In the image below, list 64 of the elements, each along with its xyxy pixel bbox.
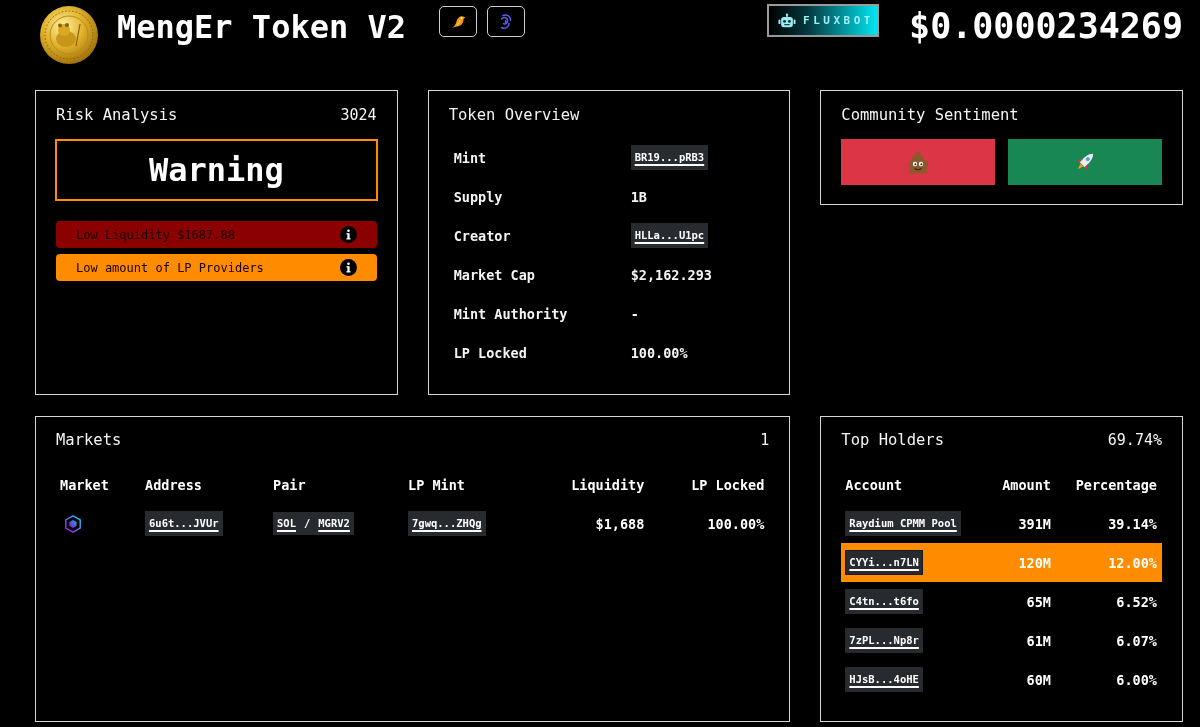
column-header: Address [144,475,203,495]
card-title: Risk Analysis [56,106,178,124]
column-header: Percentage [1074,475,1158,495]
address-link[interactable]: 6u6t...JVUr [145,511,223,536]
market-count: 1 [760,431,770,449]
account-link[interactable]: HJsB...4oHE [845,667,923,692]
field-label: Creator [453,227,512,244]
column-header: Account [844,475,904,495]
card-title: Top Holders [841,431,944,449]
risk-verdict: Warning [55,139,378,201]
field-value: 100.00% [630,344,688,361]
card-title: Token Overview [448,106,580,124]
card-title: Community Sentiment [841,106,1019,124]
table-cell: 61M [1026,632,1051,649]
account-link[interactable]: 7zPL...Np8r [845,628,923,653]
token-price: $0.0000234269 [909,6,1183,46]
pair-separator: / [303,516,311,531]
risk-score: 3024 [340,106,377,124]
field-value: - [630,305,639,322]
field-label: Mint [453,149,488,166]
hexagon-icon [64,514,82,533]
account-link[interactable]: C4tn...t6fo [845,589,923,614]
column-header: Amount [1001,475,1052,495]
table-cell: 6.00% [1116,671,1157,688]
bird-link-button[interactable] [439,6,477,37]
address-link[interactable]: HLLa...U1pc [630,223,709,248]
field-value: 1B [630,188,647,205]
table-cell: 391M [1018,515,1051,532]
address-link[interactable]: BR19...pRB3 [630,145,709,170]
token-link[interactable]: SOL [277,516,296,531]
column-header: Pair [272,475,307,495]
field-label: Market Cap [453,266,536,283]
table-cell: 120M [1018,554,1051,571]
table-cell: 100.00% [707,515,765,532]
info-icon[interactable] [339,226,357,243]
table-cell: 6.52% [1116,593,1157,610]
column-header: Market [59,475,110,495]
field-label: Supply [453,188,504,205]
table-cell: 12.00% [1108,554,1157,571]
coin-logo [40,6,98,64]
field-label: Mint Authority [453,305,569,322]
info-icon[interactable] [339,259,357,276]
field-value: $2,162.293 [630,266,712,283]
address-link[interactable]: 7gwq...ZHQg [408,511,486,536]
table-cell: 39.14% [1108,515,1157,532]
column-header: LP Mint [407,475,466,495]
card-title: Markets [56,431,122,449]
column-header: LP Locked [690,475,766,495]
table-cell: $1,688 [595,515,645,532]
token-link[interactable]: MGRV2 [318,516,350,531]
token-title: MengEr Token V2 [117,8,406,46]
table-cell: 60M [1026,671,1051,688]
table-cell: 6.07% [1116,632,1157,649]
field-label: LP Locked [453,344,528,361]
account-link[interactable]: Raydium CPMM Pool [845,511,961,536]
bot-button[interactable]: FLUXBOT [767,4,880,37]
column-header: Liquidity [570,475,646,495]
holders-total: 69.74% [1107,431,1162,449]
account-link[interactable]: CYYi...n7LN [845,550,923,575]
risk-flag-text: Low Liquidity $1687.88 [76,227,235,242]
table-cell: 65M [1026,593,1051,610]
robot-icon [778,13,797,28]
swirl-link-button[interactable] [487,6,525,37]
risk-flag-text: Low amount of LP Providers [76,260,264,275]
